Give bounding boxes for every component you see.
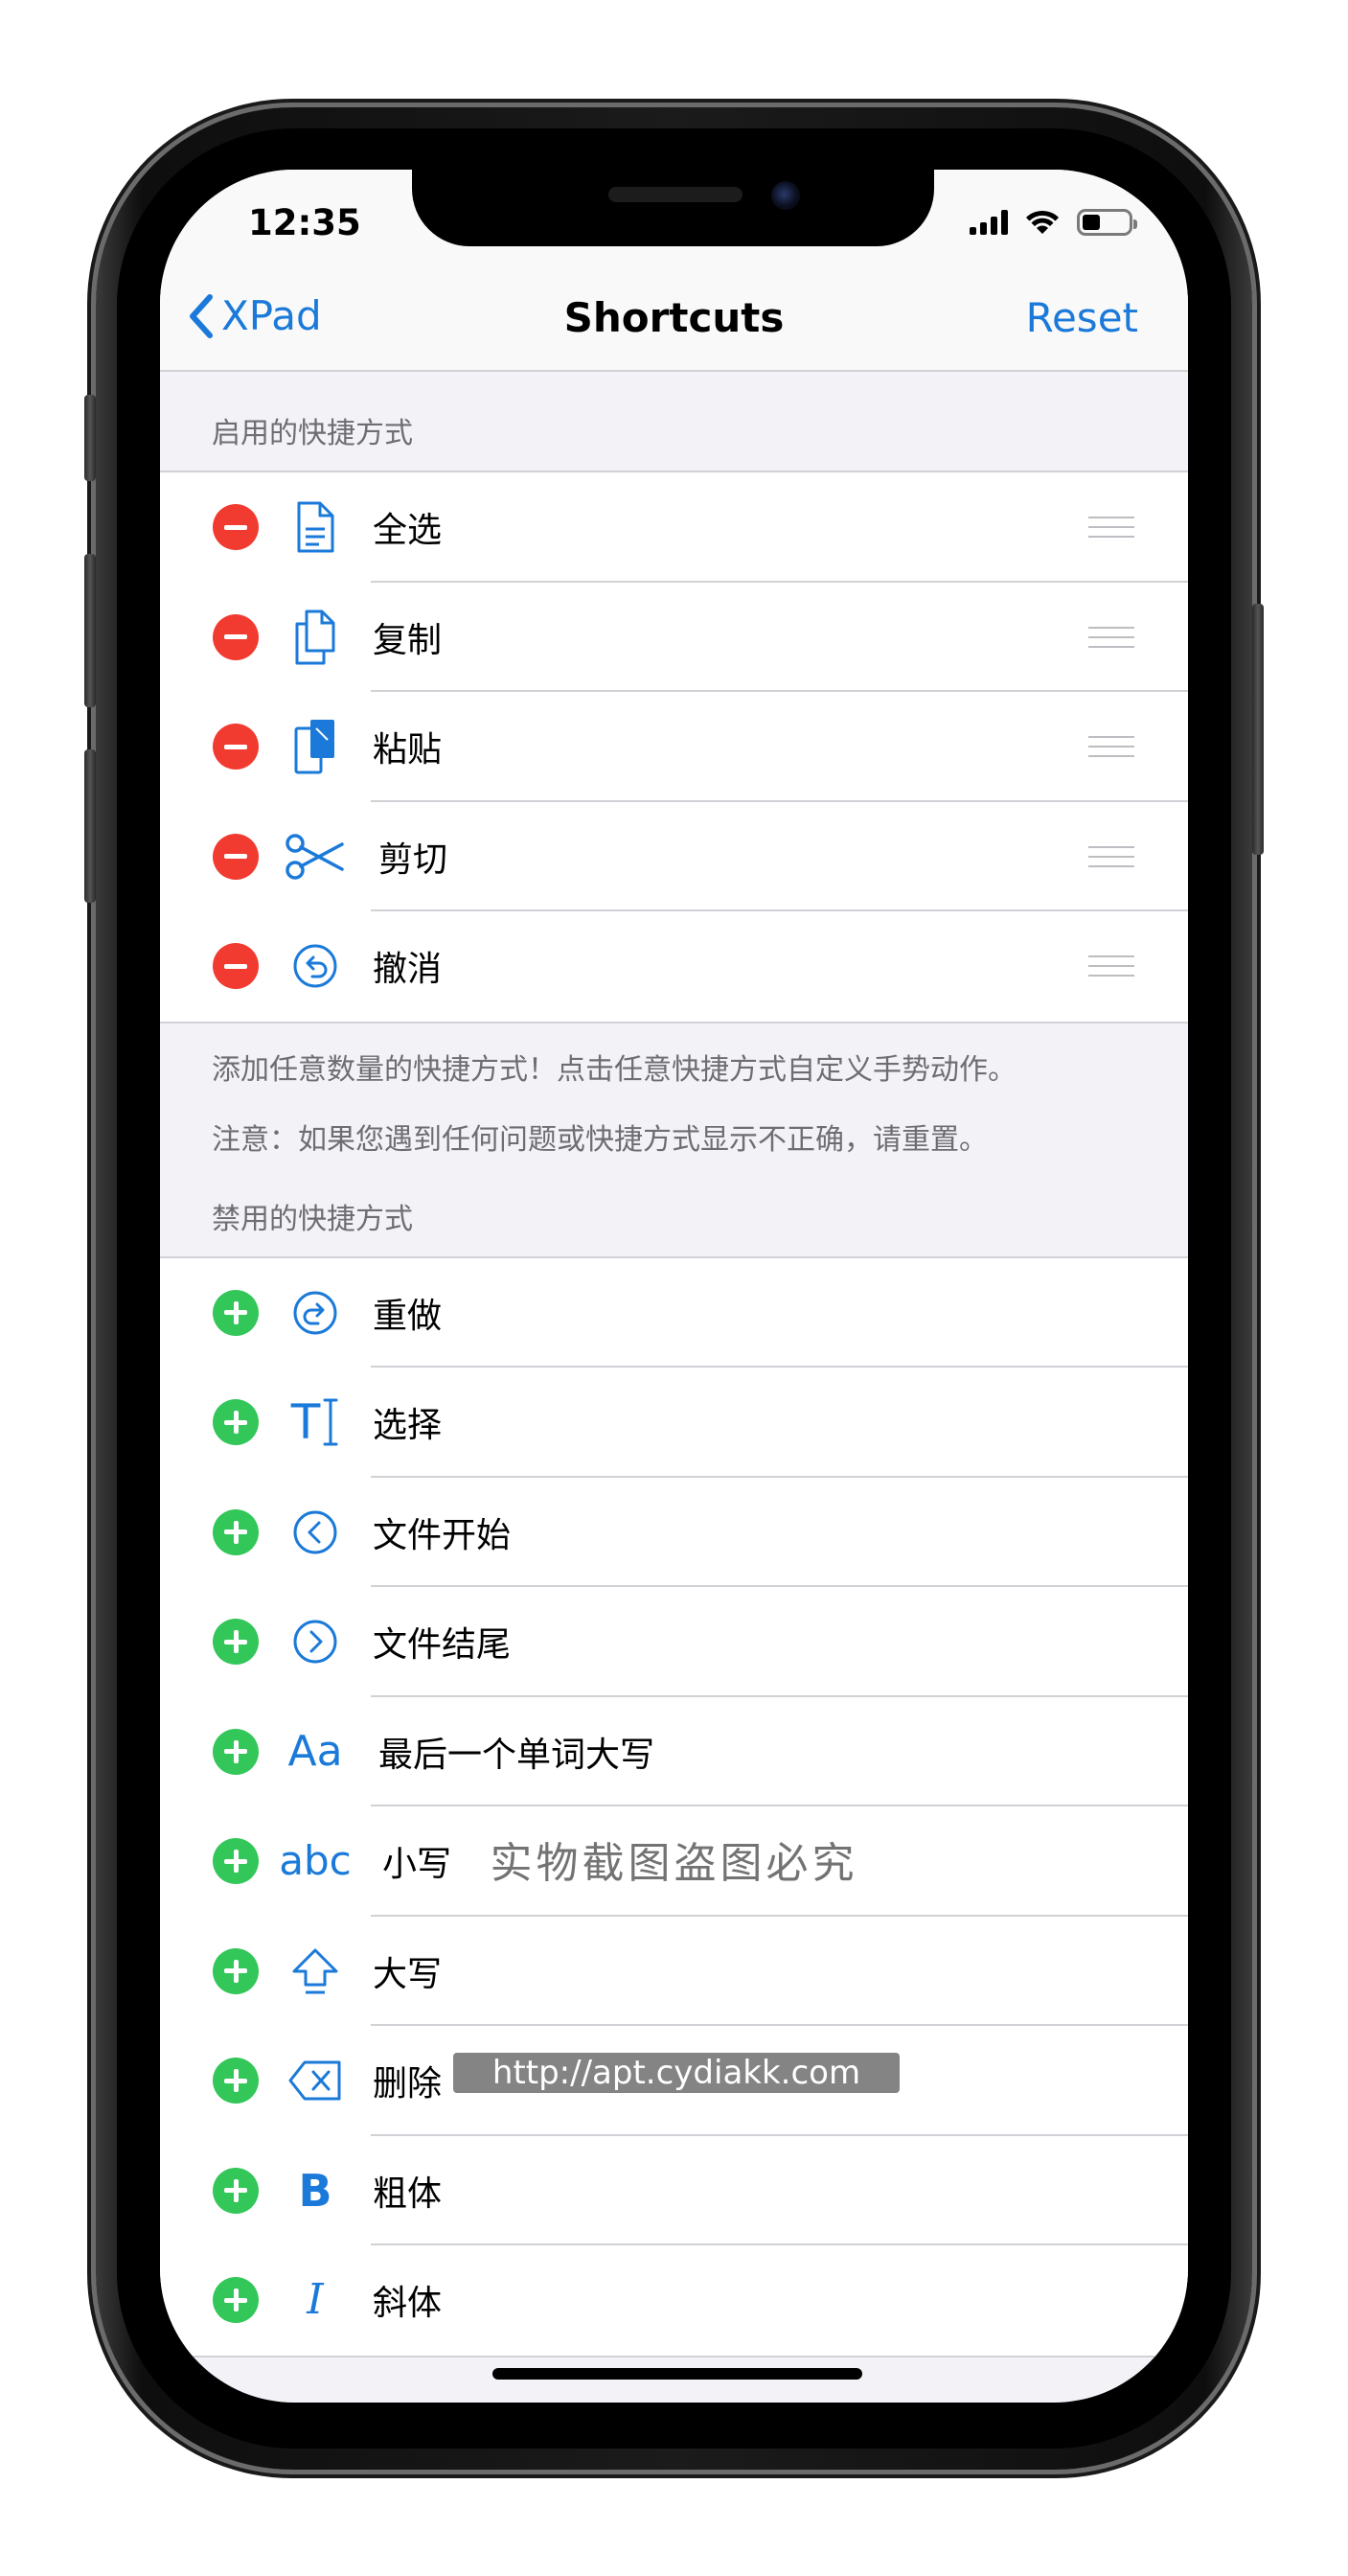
- disabled-shortcut-select[interactable]: T 选择: [160, 1368, 1188, 1478]
- add-button[interactable]: [213, 2058, 259, 2104]
- shortcut-label: 重做: [373, 1296, 443, 1336]
- footer-line: 添加任意数量的快捷方式！点击任意快捷方式自定义手势动作。: [212, 1052, 1017, 1087]
- shortcut-label: 全选: [373, 511, 443, 551]
- shortcut-label: 大写: [373, 1954, 443, 1994]
- copy-icon: [272, 604, 358, 671]
- shift-icon: [272, 1938, 358, 2005]
- text-cursor-icon: T: [272, 1389, 358, 1456]
- enabled-shortcut-cut[interactable]: 剪切: [160, 802, 1188, 911]
- remove-button[interactable]: [213, 943, 259, 990]
- add-button[interactable]: [213, 1399, 259, 1446]
- disabled-shortcut-bold[interactable]: B 粗体: [160, 2136, 1188, 2245]
- battery-icon: [1077, 209, 1137, 236]
- volume-up-button: [84, 554, 96, 707]
- capitalize-icon: Aa: [287, 1726, 343, 1776]
- disabled-shortcut-start-of-file[interactable]: 文件开始: [160, 1478, 1188, 1587]
- delete-backward-icon: [272, 2047, 358, 2114]
- disabled-shortcuts-list: 重做 T 选择 文件开始 文件结尾 Aa 最后一个单词大写 abc 小写 大写 …: [160, 1255, 1188, 2358]
- silent-switch: [84, 395, 96, 481]
- document-icon: [272, 494, 358, 561]
- add-button[interactable]: [213, 1728, 259, 1775]
- notch: [412, 170, 934, 246]
- shortcut-label: 复制: [373, 620, 443, 660]
- shortcut-label: 剪切: [378, 840, 448, 880]
- volume-down-button: [84, 749, 96, 903]
- status-icons: [970, 208, 1137, 237]
- enabled-shortcuts-list: 全选 复制 粘贴 剪切 撤消: [160, 471, 1188, 1024]
- add-button[interactable]: [213, 1619, 259, 1666]
- chevron-left-circle-icon: [272, 1499, 358, 1566]
- wifi-icon: [1026, 210, 1059, 234]
- reorder-handle[interactable]: [1088, 955, 1134, 978]
- shortcut-label: 删除: [373, 2064, 443, 2104]
- cellular-signal-icon: [970, 210, 1008, 235]
- home-indicator[interactable]: [492, 2368, 862, 2380]
- add-button[interactable]: [213, 1508, 259, 1555]
- earpiece-speaker: [608, 187, 743, 202]
- shortcut-label: 文件开始: [373, 1515, 512, 1555]
- remove-button[interactable]: [213, 613, 259, 660]
- power-button: [1252, 604, 1264, 855]
- navigation-bar: XPad Shortcuts Reset: [160, 265, 1188, 372]
- undo-icon: [272, 932, 358, 1000]
- disabled-shortcut-capitalize-last-word[interactable]: Aa 最后一个单词大写: [160, 1697, 1188, 1806]
- disabled-shortcut-italic[interactable]: I 斜体: [160, 2245, 1188, 2356]
- chevron-right-circle-icon: [272, 1608, 358, 1675]
- enabled-shortcut-select-all[interactable]: 全选: [160, 472, 1188, 583]
- paste-icon: [272, 713, 358, 780]
- shortcut-label: 文件结尾: [373, 1625, 512, 1666]
- add-button[interactable]: [213, 2277, 259, 2324]
- shortcut-label: 粗体: [373, 2174, 443, 2214]
- status-time: 12:35: [248, 202, 361, 243]
- enabled-section-header: 启用的快捷方式: [212, 417, 413, 450]
- reset-button[interactable]: Reset: [1026, 294, 1138, 341]
- remove-button[interactable]: [213, 724, 259, 770]
- remove-button[interactable]: [213, 833, 259, 880]
- remove-button[interactable]: [213, 504, 259, 551]
- front-camera: [771, 181, 800, 210]
- disabled-shortcut-end-of-file[interactable]: 文件结尾: [160, 1587, 1188, 1697]
- enabled-shortcut-paste[interactable]: 粘贴: [160, 692, 1188, 802]
- shortcut-label: 选择: [373, 1406, 443, 1446]
- enabled-section-footer: 添加任意数量的快捷方式！点击任意快捷方式自定义手势动作。 注意：如果您遇到任何问…: [160, 1024, 1188, 1175]
- reorder-handle[interactable]: [1088, 626, 1134, 648]
- add-button[interactable]: [213, 1289, 259, 1336]
- shortcut-label: 斜体: [373, 2284, 443, 2324]
- redo-icon: [272, 1279, 358, 1346]
- add-button[interactable]: [213, 1947, 259, 1994]
- scissors-icon: [272, 823, 358, 890]
- reorder-handle[interactable]: [1088, 517, 1134, 539]
- footer-line: 注意：如果您遇到任何问题或快捷方式显示不正确，请重置。: [212, 1122, 988, 1157]
- disabled-section-header: 禁用的快捷方式: [212, 1202, 413, 1236]
- disabled-shortcut-redo[interactable]: 重做: [160, 1258, 1188, 1368]
- bold-icon: B: [298, 2164, 332, 2217]
- reorder-handle[interactable]: [1088, 845, 1134, 867]
- shortcut-label: 最后一个单词大写: [378, 1735, 655, 1775]
- italic-icon: I: [307, 2275, 324, 2325]
- shortcut-label: 粘贴: [373, 730, 443, 770]
- watermark-text: 实物截图盗图必究: [490, 1839, 858, 1888]
- shortcut-label: 撤消: [373, 950, 443, 990]
- add-button[interactable]: [213, 2167, 259, 2214]
- watermark-url: http://apt.cydiakk.com: [453, 2053, 900, 2093]
- disabled-shortcut-uppercase[interactable]: 大写: [160, 1917, 1188, 2026]
- enabled-shortcut-undo[interactable]: 撤消: [160, 911, 1188, 1022]
- enabled-shortcut-copy[interactable]: 复制: [160, 583, 1188, 692]
- reorder-handle[interactable]: [1088, 736, 1134, 758]
